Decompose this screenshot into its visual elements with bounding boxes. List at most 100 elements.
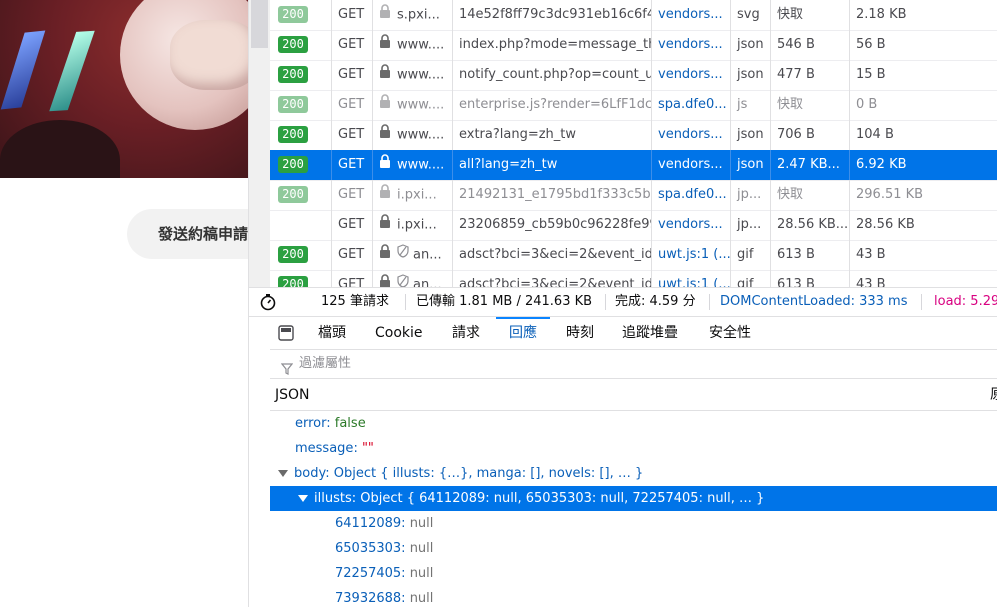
request-row[interactable]: 200 GET www.... enterprise.js?render=6LfF1d… bbox=[270, 90, 997, 121]
toggle-sidebar-icon[interactable] bbox=[278, 325, 294, 345]
json-key: body bbox=[294, 466, 326, 481]
status-badge: 200 bbox=[278, 156, 308, 173]
request-row[interactable]: 200 GET an... adsct?bci=3&eci=2&event_id uwt… bbox=[270, 270, 997, 287]
stopwatch-icon[interactable] bbox=[259, 293, 277, 311]
json-tree-row[interactable]: body: Object { illusts: {…}, manga: [], … bbox=[270, 461, 997, 486]
initiator-link[interactable]: vendors... bbox=[658, 157, 723, 172]
tab-headers[interactable]: 檔頭 bbox=[318, 317, 346, 349]
status-cell: 200 bbox=[270, 90, 332, 120]
status-cell: 200 bbox=[270, 270, 332, 287]
type-cell: json bbox=[731, 120, 771, 150]
initiator-link[interactable]: vendors... bbox=[658, 67, 723, 82]
domain-cell: www.... bbox=[373, 120, 453, 150]
transferred-cell: 613 B bbox=[771, 240, 850, 270]
initiator-link[interactable]: vendors... bbox=[658, 217, 723, 232]
request-row[interactable]: 200 GET www.... extra?lang=zh_tw vendors... j… bbox=[270, 120, 997, 151]
type-cell-text: js bbox=[737, 97, 748, 112]
status-badge: 200 bbox=[278, 66, 308, 83]
file-cell-text: 21492131_e1795bd1f333c5b9 bbox=[459, 187, 652, 202]
filter-properties-bar[interactable]: 過濾屬性 bbox=[270, 350, 997, 379]
status-badge: 200 bbox=[278, 246, 308, 263]
request-row[interactable]: 200 GET www.... notify_count.php?op=count_u… bbox=[270, 60, 997, 91]
json-tree-row[interactable]: illusts: Object { 64112089: null, 650353… bbox=[270, 486, 997, 511]
status-badge: 200 bbox=[278, 186, 308, 203]
method-cell: GET bbox=[332, 120, 373, 150]
initiator-link[interactable]: vendors... bbox=[658, 37, 723, 52]
json-value: null bbox=[409, 566, 434, 581]
transferred-cell-text: 706 B bbox=[777, 127, 815, 142]
transferred-cell-text: 613 B bbox=[777, 277, 815, 287]
web-page-area bbox=[0, 0, 248, 607]
json-key: 65035303 bbox=[335, 541, 402, 556]
request-row[interactable]: 200 GET an... adsct?bci=3&eci=2&event_id uwt… bbox=[270, 240, 997, 271]
json-tree-row[interactable]: message: "" bbox=[270, 436, 997, 461]
initiator-link[interactable]: spa.dfe0... bbox=[658, 187, 727, 202]
domain-text: www.... bbox=[397, 127, 445, 143]
lock-icon bbox=[379, 90, 391, 120]
expand-arrow-icon[interactable] bbox=[298, 495, 308, 502]
method-cell: GET bbox=[332, 150, 373, 180]
type-cell: json bbox=[731, 150, 771, 180]
file-cell-text: index.php?mode=message_th bbox=[459, 37, 652, 52]
transferred-cell: 613 B bbox=[771, 270, 850, 287]
file-cell: 21492131_e1795bd1f333c5b9 bbox=[453, 180, 652, 210]
lock-icon bbox=[379, 240, 391, 270]
transferred-cell-text: 28.56 KB... bbox=[777, 217, 849, 232]
file-cell-text: 14e52f8ff79c3dc931eb16c6f4 bbox=[459, 7, 652, 22]
initiator-link[interactable]: uwt.js:1 (... bbox=[658, 277, 730, 287]
domain-text: www.... bbox=[397, 97, 445, 113]
size-cell-text: 28.56 KB bbox=[856, 217, 915, 232]
json-tree-row[interactable]: 73932688: null bbox=[270, 586, 997, 607]
json-tree-row[interactable]: 72257405: null bbox=[270, 561, 997, 586]
type-cell: json bbox=[731, 60, 771, 90]
raw-toggle-label[interactable]: 原 bbox=[990, 380, 997, 410]
transferred-cell: 快取 bbox=[771, 0, 850, 30]
initiator-link[interactable]: spa.dfe0... bbox=[658, 97, 727, 112]
tab-security[interactable]: 安全性 bbox=[709, 317, 751, 349]
size-cell: 2.18 KB bbox=[850, 0, 997, 30]
scrollbar-thumb[interactable] bbox=[251, 0, 268, 48]
type-cell-text: json bbox=[737, 127, 764, 142]
initiator-link[interactable]: vendors... bbox=[658, 7, 723, 22]
json-tree-row[interactable]: 65035303: null bbox=[270, 536, 997, 561]
domain-text: www.... bbox=[397, 37, 445, 53]
size-cell: 6.92 KB bbox=[850, 150, 997, 180]
domain-cell: www.... bbox=[373, 150, 453, 180]
illustration-image[interactable] bbox=[0, 0, 248, 178]
tab-cookies[interactable]: Cookie bbox=[375, 317, 423, 349]
tab-stack-trace[interactable]: 追蹤堆疊 bbox=[622, 317, 678, 349]
tab-response[interactable]: 回應 bbox=[496, 317, 550, 351]
domain-cell: an... bbox=[373, 270, 453, 287]
expand-arrow-icon[interactable] bbox=[278, 470, 288, 477]
lock-icon bbox=[379, 180, 391, 210]
request-row[interactable]: 200 GET s.pxi... 14e52f8ff79c3dc931eb16c6f4… bbox=[270, 0, 997, 31]
transferred-cell: 快取 bbox=[771, 180, 850, 210]
method-cell-text: GET bbox=[338, 277, 365, 287]
tab-timings[interactable]: 時刻 bbox=[566, 317, 594, 349]
initiator-link[interactable]: vendors... bbox=[658, 127, 723, 142]
initiator-link[interactable]: uwt.js:1 (... bbox=[658, 247, 730, 262]
transferred-cell: 477 B bbox=[771, 60, 850, 90]
type-cell: svg bbox=[731, 0, 771, 30]
size-cell: 43 B bbox=[850, 240, 997, 270]
tab-params[interactable]: 請求 bbox=[452, 317, 480, 349]
method-cell: GET bbox=[332, 0, 373, 30]
cause-cell: vendors... bbox=[652, 210, 731, 240]
domcontentloaded-time: DOMContentLoaded: 333 ms bbox=[720, 294, 908, 309]
json-value: Object { illusts: {…}, manga: [], novels… bbox=[333, 466, 644, 481]
domain-text: an... bbox=[413, 277, 442, 288]
size-cell-text: 0 B bbox=[856, 97, 878, 112]
domain-cell: www.... bbox=[373, 90, 453, 120]
request-row[interactable]: 200 GET www.... all?lang=zh_tw vendors... jso… bbox=[270, 150, 997, 181]
domain-text: www.... bbox=[397, 67, 445, 83]
type-cell-text: gif bbox=[737, 247, 754, 262]
domain-text: s.pxi... bbox=[397, 7, 440, 23]
json-value: null bbox=[409, 591, 434, 606]
json-tree-row[interactable]: 64112089: null bbox=[270, 511, 997, 536]
json-tree-row[interactable]: error: false bbox=[270, 411, 997, 436]
request-row[interactable]: 200 GET i.pxi... 21492131_e1795bd1f333c5b9 s… bbox=[270, 180, 997, 211]
filter-input[interactable]: 過濾屬性 bbox=[299, 350, 351, 378]
request-row[interactable]: 200 GET www.... index.php?mode=message_th ve… bbox=[270, 30, 997, 61]
request-row[interactable]: GET i.pxi... 23206859_cb59b0c96228fe99 vend… bbox=[270, 210, 997, 241]
json-section-header[interactable]: JSON 原 bbox=[270, 380, 997, 411]
